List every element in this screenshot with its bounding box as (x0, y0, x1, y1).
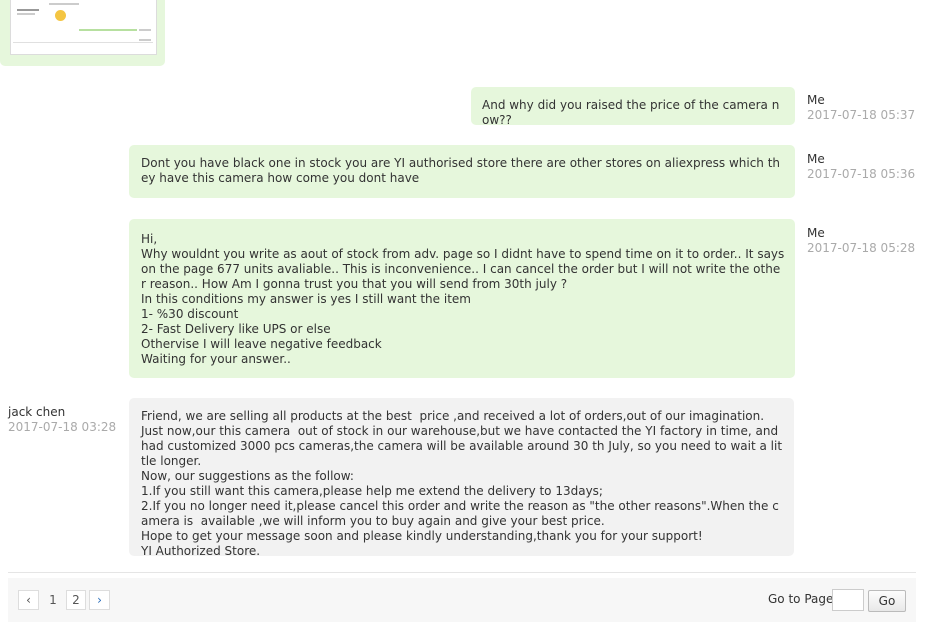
page-2-current[interactable]: 2 (66, 590, 86, 610)
message-meta: Me 2017-07-18 05:37 (807, 93, 915, 123)
page-1-link[interactable]: 1 (43, 590, 63, 610)
message-meta: Me 2017-07-18 05:36 (807, 152, 915, 182)
message-bubble-me: Dont you have black one in stock you are… (129, 145, 795, 198)
prev-page-button[interactable]: ‹ (18, 590, 39, 610)
divider (8, 572, 916, 573)
message-timestamp: 2017-07-18 05:36 (807, 167, 916, 181)
message-timestamp: 2017-07-18 03:28 (8, 420, 117, 434)
message-meta: Me 2017-07-18 05:28 (807, 226, 915, 256)
message-bubble-seller: Friend, we are selling all products at t… (129, 398, 794, 558)
message-bubble-me: And why did you raised the price of the … (471, 87, 795, 127)
message-timestamp: 2017-07-18 05:28 (807, 241, 916, 255)
sender-name: Me (807, 226, 825, 240)
go-to-page-label: Go to Page (768, 592, 834, 606)
message-bubble-me: Hi, Why wouldnt you write as aout of sto… (129, 219, 795, 378)
sender-name: Me (807, 152, 825, 166)
message-timestamp: 2017-07-18 05:37 (807, 108, 916, 122)
sender-name: Me (807, 93, 825, 107)
attached-image-bubble (0, 0, 165, 66)
message-meta: jack chen 2017-07-18 03:28 (8, 405, 116, 435)
next-page-button[interactable]: › (89, 590, 110, 610)
attached-screenshot-image[interactable] (10, 0, 157, 55)
sender-name: jack chen (8, 405, 66, 419)
page-number-input[interactable] (832, 589, 864, 611)
go-button[interactable]: Go (868, 590, 906, 612)
